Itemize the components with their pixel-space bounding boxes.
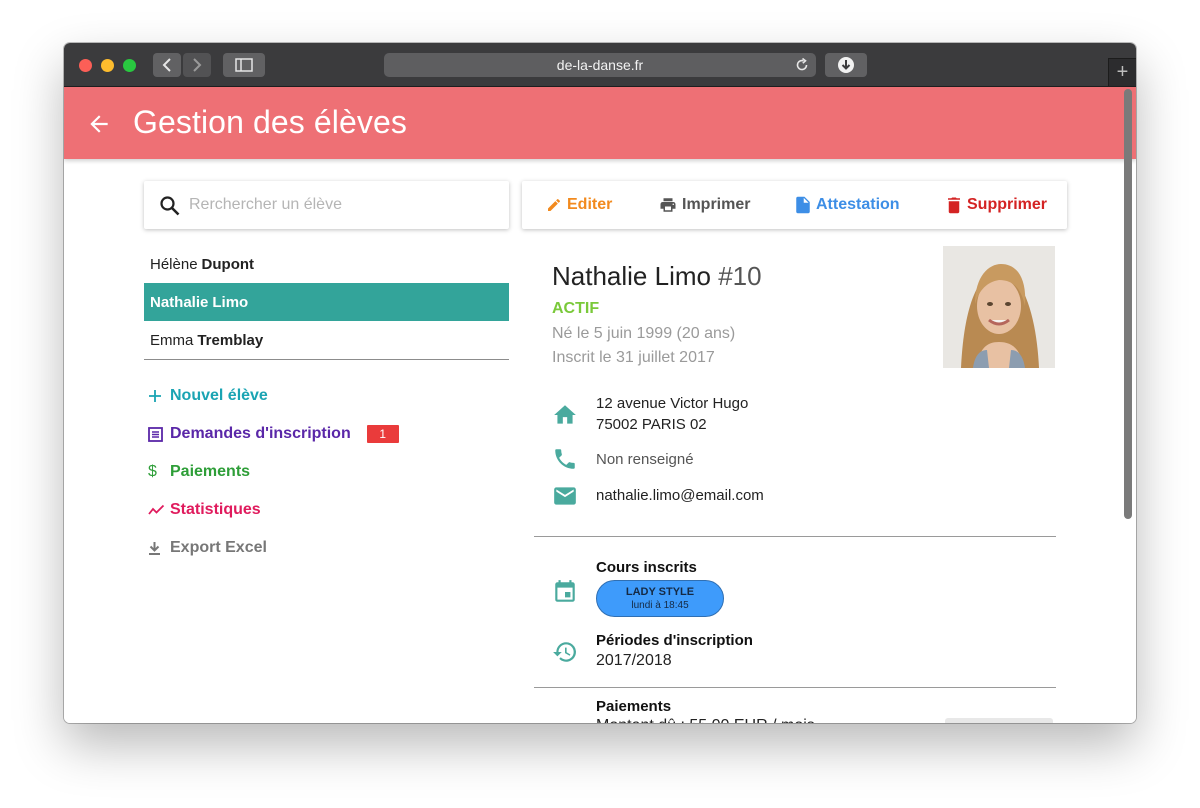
url-text: de-la-danse.fr bbox=[556, 57, 644, 73]
registration-requests-link[interactable]: Demandes d'inscription 1 bbox=[148, 415, 399, 453]
student-first-name: Emma bbox=[150, 331, 194, 349]
certificate-button[interactable]: Attestation bbox=[795, 181, 900, 229]
sidebar-icon bbox=[235, 58, 253, 72]
search-input[interactable] bbox=[189, 193, 489, 217]
delete-label: Supprimer bbox=[967, 196, 1048, 213]
student-first-name: Nathalie bbox=[150, 293, 209, 311]
student-last-name: Tremblay bbox=[197, 331, 264, 349]
payments-section-label: Paiements bbox=[596, 698, 672, 715]
section-divider bbox=[534, 536, 1056, 537]
address-line-1: 12 avenue Victor Hugo bbox=[596, 395, 749, 412]
student-name: Nathalie Limo bbox=[552, 261, 711, 291]
export-excel-link[interactable]: Export Excel bbox=[148, 529, 399, 567]
minimize-window-button[interactable] bbox=[101, 59, 114, 72]
print-label: Imprimer bbox=[682, 196, 751, 213]
chevron-right-icon bbox=[193, 58, 202, 72]
requests-count-badge: 1 bbox=[366, 425, 399, 443]
page-title: Gestion des élèves bbox=[133, 104, 407, 140]
statistics-label: Statistiques bbox=[170, 501, 261, 518]
download-icon bbox=[149, 541, 160, 555]
course-time: lundi à 18:45 bbox=[631, 600, 689, 611]
periods-value: 2017/2018 bbox=[596, 652, 672, 669]
new-tab-button[interactable]: + bbox=[1108, 58, 1136, 86]
print-button[interactable]: Imprimer bbox=[659, 181, 750, 229]
zoom-window-button[interactable] bbox=[123, 59, 136, 72]
payment-action-button[interactable] bbox=[945, 718, 1053, 723]
student-last-name: Dupont bbox=[201, 255, 255, 273]
course-name: LADY STYLE bbox=[625, 586, 695, 598]
side-menu: Nouvel élève Demandes d'inscription 1 $ … bbox=[148, 377, 399, 567]
delete-button[interactable]: Supprimer bbox=[946, 181, 1047, 229]
address-block: 12 avenue Victor Hugo 75002 PARIS 02 bbox=[596, 393, 748, 435]
phone-value: Non renseigné bbox=[596, 451, 694, 468]
student-list-item[interactable]: Emma Tremblay bbox=[144, 321, 509, 359]
student-number: #10 bbox=[718, 261, 762, 291]
email-icon bbox=[554, 487, 576, 505]
history-icon bbox=[553, 642, 576, 662]
page-scrollbar[interactable] bbox=[1124, 89, 1132, 519]
pencil-icon bbox=[548, 198, 560, 211]
email-value[interactable]: nathalie.limo@email.com bbox=[596, 485, 764, 506]
list-divider bbox=[144, 359, 509, 360]
downloads-button[interactable] bbox=[825, 53, 867, 77]
printer-icon bbox=[660, 198, 676, 212]
registration-date: Inscrit le 31 juillet 2017 bbox=[552, 349, 715, 366]
statistics-link[interactable]: Statistiques bbox=[148, 491, 399, 529]
dollar-icon: $ bbox=[148, 463, 157, 480]
new-student-link[interactable]: Nouvel élève bbox=[148, 377, 399, 415]
list-alt-icon bbox=[148, 426, 163, 442]
document-icon bbox=[796, 196, 810, 214]
section-divider bbox=[534, 687, 1056, 688]
birth-date: Né le 5 juin 1999 (20 ans) bbox=[552, 325, 736, 342]
status-badge: ACTIF bbox=[552, 300, 600, 317]
student-last-name: Limo bbox=[212, 293, 249, 311]
certificate-label: Attestation bbox=[816, 196, 900, 213]
home-icon bbox=[554, 405, 576, 424]
phone-icon bbox=[555, 449, 575, 469]
courses-label: Cours inscrits bbox=[596, 559, 697, 576]
download-icon bbox=[838, 57, 854, 73]
address-bar[interactable]: de-la-danse.fr bbox=[384, 53, 816, 77]
trending-icon bbox=[148, 504, 165, 515]
reload-icon[interactable] bbox=[795, 58, 809, 72]
plus-icon bbox=[149, 390, 161, 402]
calendar-icon bbox=[555, 580, 575, 602]
browser-titlebar: de-la-danse.fr + bbox=[64, 43, 1136, 87]
student-first-name: Hélène bbox=[150, 255, 198, 273]
export-excel-label: Export Excel bbox=[170, 539, 267, 556]
student-search-box bbox=[144, 181, 509, 229]
edit-button[interactable]: Editer bbox=[546, 181, 612, 229]
sidebar-toggle-button[interactable] bbox=[223, 53, 265, 77]
action-toolbar: Editer Imprimer Attestation Supprimer bbox=[522, 181, 1067, 229]
address-line-2: 75002 PARIS 02 bbox=[596, 416, 707, 433]
chevron-left-icon bbox=[162, 58, 171, 72]
back-nav-button[interactable] bbox=[153, 53, 181, 77]
registration-requests-label: Demandes d'inscription bbox=[170, 425, 351, 442]
forward-nav-button[interactable] bbox=[183, 53, 211, 77]
close-window-button[interactable] bbox=[79, 59, 92, 72]
periods-label: Périodes d'inscription bbox=[596, 632, 753, 649]
search-icon bbox=[160, 196, 180, 216]
payments-link[interactable]: $ Paiements bbox=[148, 453, 399, 491]
student-avatar-image bbox=[943, 246, 1055, 368]
browser-window: de-la-danse.fr + Gestion des élèves Hélè… bbox=[64, 43, 1136, 723]
payment-amount: Montant dû : 55,00 EUR / mois bbox=[596, 715, 815, 723]
student-list-item-selected[interactable]: Nathalie Limo bbox=[144, 283, 509, 321]
student-photo bbox=[943, 246, 1055, 368]
new-student-label: Nouvel élève bbox=[170, 387, 268, 404]
payments-label: Paiements bbox=[170, 463, 251, 480]
arrow-back-icon[interactable] bbox=[86, 111, 112, 137]
trash-icon bbox=[948, 197, 960, 214]
student-name-heading: Nathalie Limo #10 bbox=[552, 261, 762, 292]
app-header: Gestion des élèves bbox=[64, 87, 1136, 159]
payment-icon bbox=[552, 717, 578, 723]
student-list-item[interactable]: Hélène Dupont bbox=[144, 245, 509, 283]
course-chip[interactable]: LADY STYLE lundi à 18:45 bbox=[596, 580, 724, 617]
edit-label: Editer bbox=[567, 196, 613, 213]
student-list: Hélène Dupont Nathalie Limo Emma Tremblay bbox=[144, 245, 509, 360]
